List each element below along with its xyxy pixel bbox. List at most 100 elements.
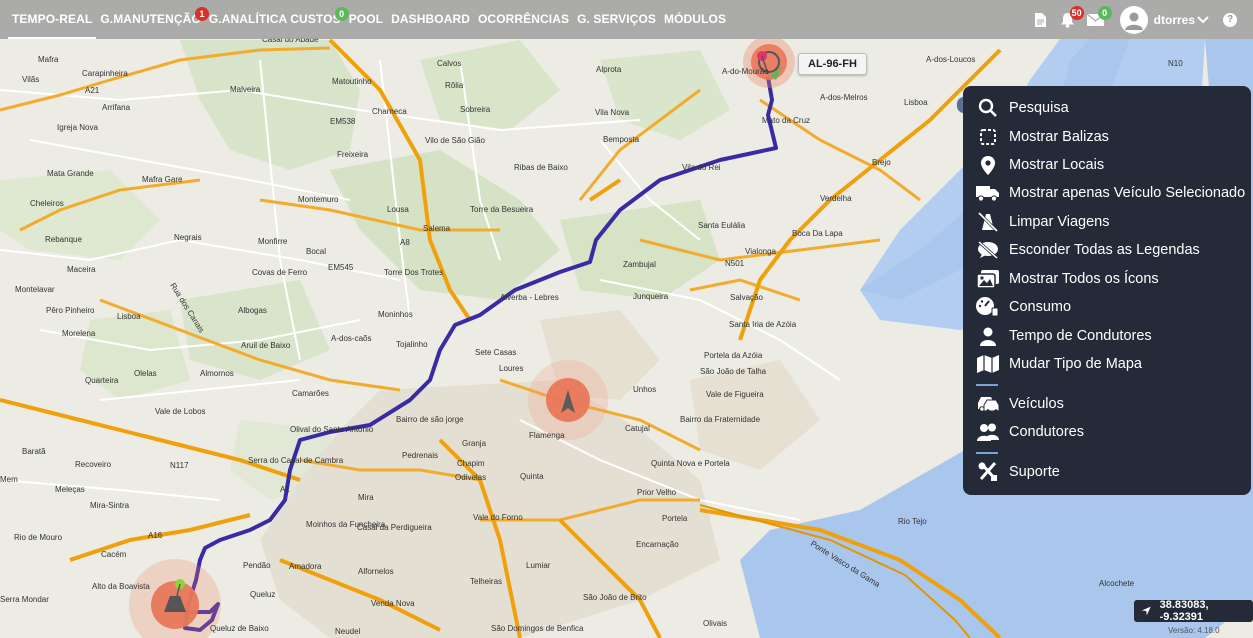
map-label: Serra do Casal de Cambra — [248, 456, 344, 465]
map-label: Arrifana — [102, 103, 131, 112]
notifications-button[interactable]: 50 — [1054, 0, 1084, 39]
map-label: Bemposta — [603, 135, 640, 144]
nav-modulos[interactable]: MÓDULOS — [660, 0, 730, 39]
map-label: Vila do Rei — [682, 163, 721, 172]
messages-button[interactable]: 0 — [1082, 0, 1112, 39]
map-label: São João de Talha — [700, 367, 767, 376]
nav-manutencao[interactable]: G.MANUTENÇÃO 1 — [96, 0, 209, 39]
map-label: Rôlia — [445, 81, 464, 90]
map-label: Rebanque — [45, 235, 82, 244]
map-label: A-dos-caõs — [331, 334, 371, 343]
menu-pesquisa[interactable]: Pesquisa — [963, 95, 1251, 121]
menu-label: Consumo — [1009, 299, 1072, 315]
map-label: Vale de Lobos — [155, 407, 206, 416]
map-label: Venda Nova — [371, 599, 415, 608]
nav-dashboard[interactable]: DASHBOARD — [387, 0, 474, 39]
map-label: Vale de Figueira — [706, 390, 764, 399]
road-shield: EM538 — [330, 117, 356, 126]
map-label: Flamenga — [529, 431, 565, 440]
map-label: Maceira — [67, 265, 96, 274]
map-icon — [976, 353, 1000, 375]
map-label: Bocal — [306, 247, 326, 256]
nav-tempo-real[interactable]: TEMPO-REAL — [8, 0, 97, 39]
menu-mostrar-balizas[interactable]: Mostrar Balizas — [963, 124, 1251, 150]
map-label: Charneca — [372, 107, 407, 116]
nav-servicos[interactable]: G. SERVIÇOS — [573, 0, 660, 39]
map-label: Negrais — [174, 233, 202, 242]
nav-label: DASHBOARD — [391, 12, 470, 26]
comment-off-icon — [976, 239, 1000, 261]
map-label: Alprota — [596, 65, 622, 74]
map-label: Aruil de Baixo — [241, 341, 291, 350]
map-label: Cheleiros — [30, 199, 64, 208]
map-label: Quarteira — [85, 376, 119, 385]
menu-tempo-condutores[interactable]: Tempo de Condutores — [963, 323, 1251, 349]
nav-ocorrencias[interactable]: OCORRÊNCIAS — [474, 0, 573, 39]
map-label: Monfirre — [258, 237, 288, 246]
menu-condutores[interactable]: Condutores — [963, 419, 1251, 445]
documents-button[interactable] — [1026, 0, 1054, 39]
nav-label: G. SERVIÇOS — [577, 12, 657, 26]
map-label: Morelena — [62, 329, 96, 338]
menu-label: Limpar Viagens — [1009, 214, 1110, 230]
menu-label: Mostrar Locais — [1009, 157, 1105, 173]
map-label: Rio de Mouro — [14, 533, 63, 542]
road-shield: N501 — [725, 259, 745, 268]
map-label: Alto da Boavista — [92, 582, 150, 591]
map-label: Mafra Gare — [142, 175, 183, 184]
user-menu[interactable]: dtorres — [1119, 5, 1209, 34]
map-label: Camarões — [292, 389, 329, 398]
menu-label: Pesquisa — [1009, 100, 1069, 116]
map-label: Vale do Forno — [473, 513, 523, 522]
map-label: Torre da Besueira — [470, 205, 534, 214]
map-label: Santa Eulália — [698, 221, 746, 230]
map-label: Mira — [358, 493, 374, 502]
map-label: Lousa — [387, 205, 409, 214]
menu-label: Mostrar Todos os Ícons — [1009, 271, 1159, 287]
map-label: Vila Nova — [595, 108, 630, 117]
map-label: Salvação — [730, 293, 763, 302]
map-label: Catujal — [625, 424, 650, 433]
version-label: Versão: 4.18.0 — [1168, 626, 1220, 635]
road-shield: EM545 — [328, 263, 354, 272]
map-pin-icon — [976, 154, 1000, 176]
map-label: Chapim — [457, 459, 485, 468]
map-label: Meleças — [55, 485, 85, 494]
images-icon — [976, 268, 1000, 290]
menu-limpar-viagens[interactable]: Limpar Viagens — [963, 209, 1251, 235]
gauge-icon — [976, 296, 1000, 318]
menu-mostrar-icons[interactable]: Mostrar Todos os Ícons — [963, 266, 1251, 292]
map-label: Recoveiro — [75, 460, 112, 469]
help-button[interactable]: ? — [1223, 12, 1237, 27]
map-label: Sobreira — [460, 105, 491, 114]
map-label: Salema — [423, 224, 451, 233]
map-label: Queluz de Baixo — [210, 624, 269, 633]
coordinates-readout[interactable]: 38.83083, -9.32391 — [1134, 599, 1253, 623]
menu-esconder-legendas[interactable]: Esconder Todas as Legendas — [963, 237, 1251, 263]
vehicle-plate-label[interactable]: AL-96-FH — [798, 53, 867, 75]
menu-mudar-tipo-mapa[interactable]: Mudar Tipo de Mapa — [963, 351, 1251, 377]
nav-analitica-custos[interactable]: G.ANALÍTICA CUSTOS 0 — [205, 0, 349, 39]
menu-separator — [976, 452, 998, 454]
menu-separator — [976, 384, 998, 386]
map-label: Boca Da Lapa — [792, 229, 843, 238]
dashed-square-icon — [976, 126, 1000, 148]
map-label: Bairro de são jorge — [396, 415, 464, 424]
map-label: Malveira — [230, 85, 261, 94]
map-label: Santa Iria de Azóia — [729, 320, 797, 329]
menu-label: Suporte — [1009, 464, 1060, 480]
coordinates-value: 38.83083, -9.32391 — [1159, 599, 1209, 623]
menu-consumo[interactable]: Consumo — [963, 294, 1251, 320]
nav-pool[interactable]: POOL — [345, 0, 387, 39]
map-label: Pedrenais — [402, 451, 438, 460]
map-label: Mafra — [38, 55, 59, 64]
map-label: Lisboa — [904, 98, 928, 107]
menu-suporte[interactable]: Suporte — [963, 459, 1251, 485]
map-label: Encarnação — [636, 540, 679, 549]
map-label: Zambujal — [623, 260, 656, 269]
people-icon — [976, 421, 1000, 443]
menu-veiculo-selecionado[interactable]: Mostrar apenas Veículo Selecionado — [963, 180, 1251, 206]
menu-mostrar-locais[interactable]: Mostrar Locais — [963, 152, 1251, 178]
menu-veiculos[interactable]: Veículos — [963, 391, 1251, 417]
map-label: Calvos — [437, 59, 461, 68]
